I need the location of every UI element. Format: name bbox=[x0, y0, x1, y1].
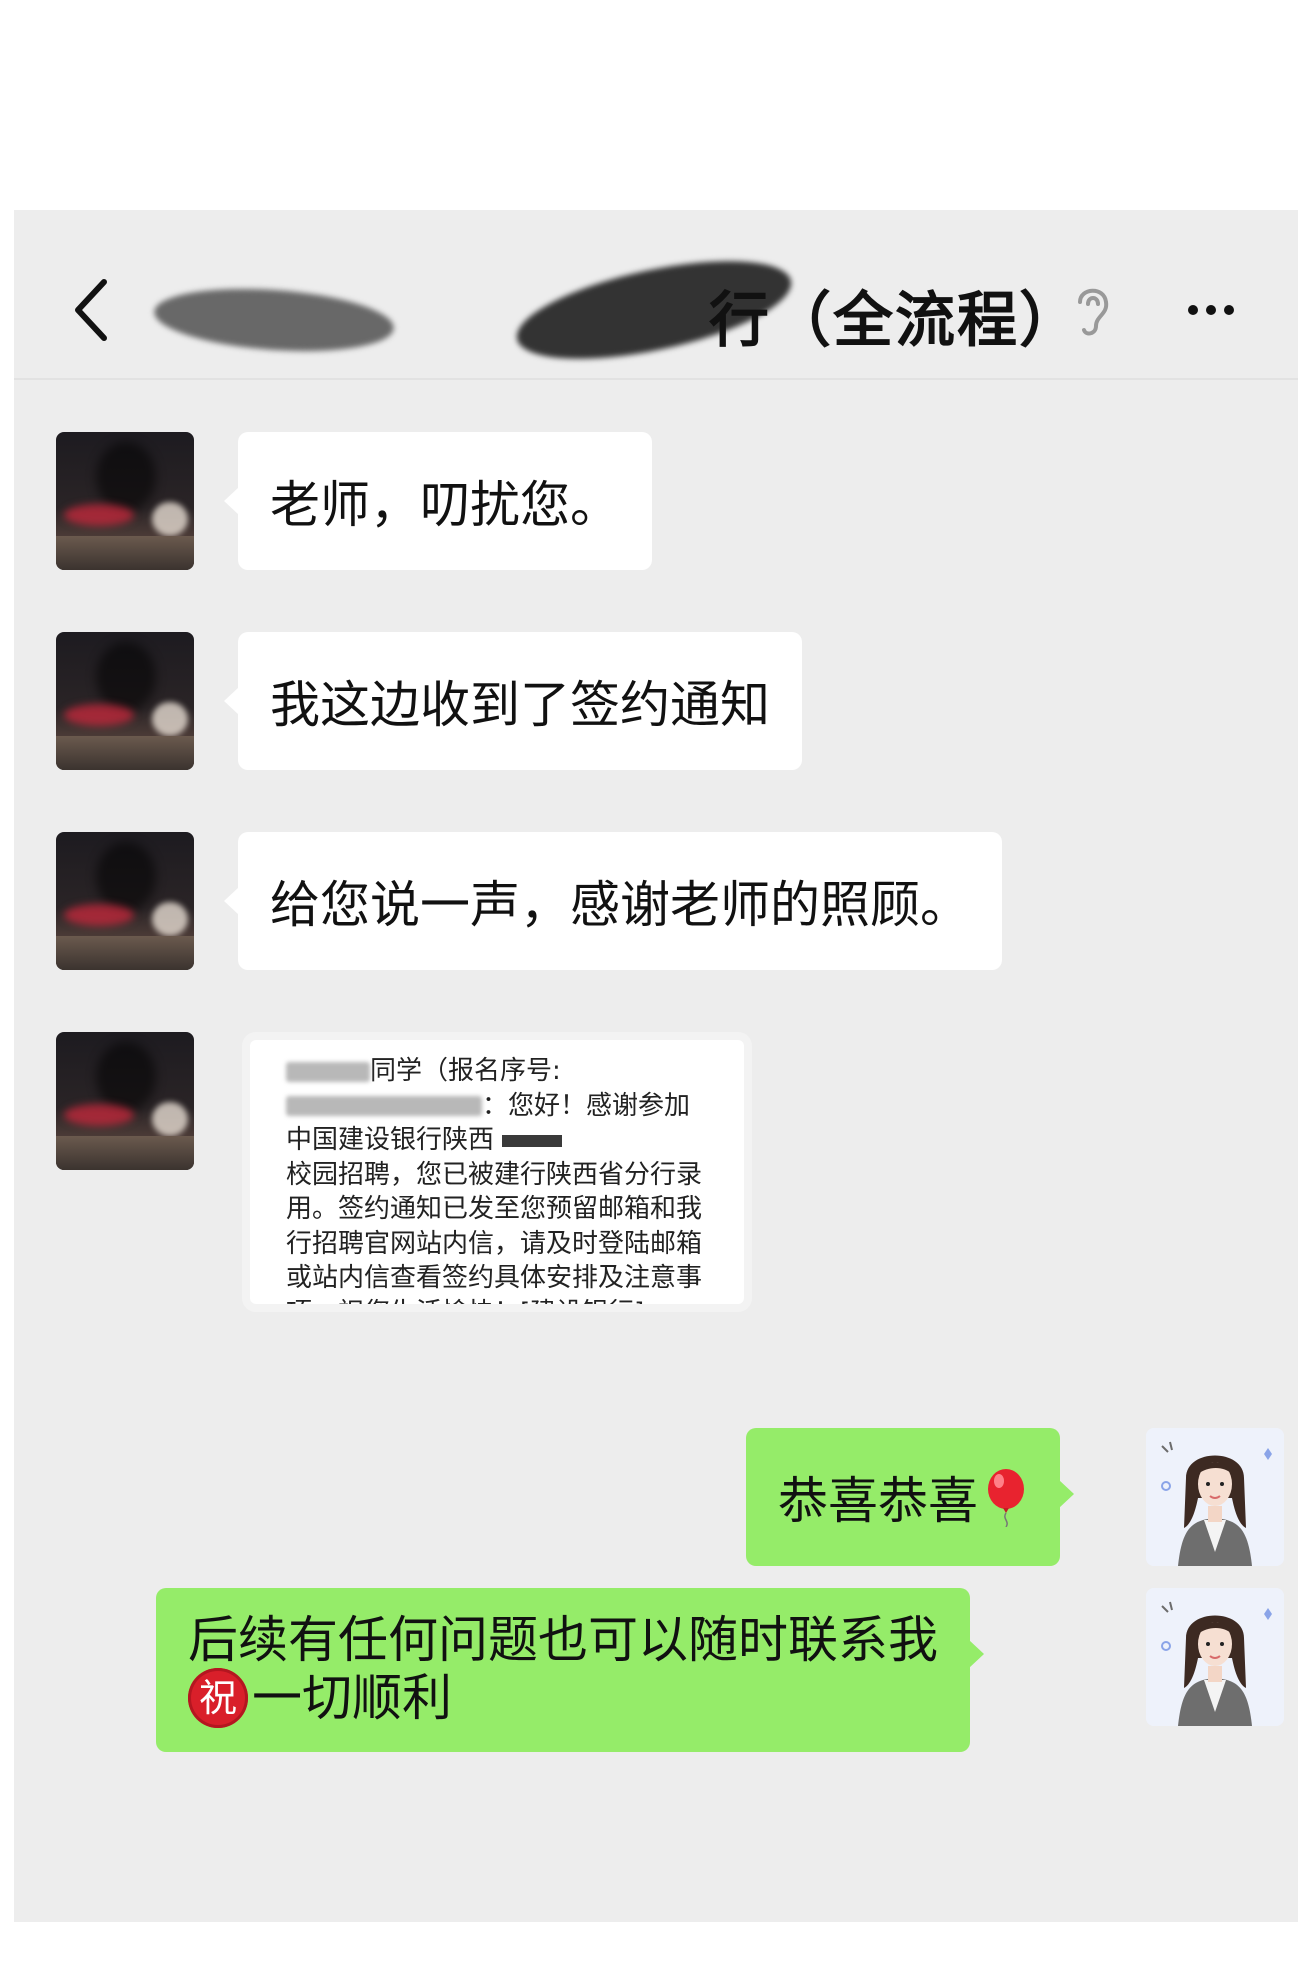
chat-title-text: 行（全流程） bbox=[709, 286, 1081, 356]
image-message[interactable]: 同学（报名序号: ：您好！感谢参加 中国建设银行陕西 校园招聘，您已被建行陕西省… bbox=[250, 1040, 744, 1304]
sms-line: ：您好！感谢参加 bbox=[286, 1089, 726, 1124]
avatar[interactable] bbox=[1146, 1588, 1284, 1726]
more-dots-icon bbox=[1206, 305, 1216, 315]
sms-line: 行招聘官网站内信，请及时登陆邮箱 bbox=[286, 1228, 703, 1259]
avatar[interactable] bbox=[56, 832, 194, 970]
chat-title: 行（全流程） bbox=[144, 241, 1079, 379]
message-bubble[interactable]: 给您说一声，感谢老师的照顾。 bbox=[238, 832, 1002, 970]
avatar[interactable] bbox=[1146, 1428, 1284, 1566]
message-text: 给您说一声，感谢老师的照顾。 bbox=[270, 876, 970, 934]
chat-screen: 行（全流程） 老师，叨扰您。 我这边收到了签约通知 给您说一声，感谢老师的照顾。 bbox=[14, 210, 1298, 1922]
message-text: 后续有任何问题也可以随时联系我 bbox=[188, 1611, 938, 1669]
sms-line: 项。祝您生活愉快！[建设银行] bbox=[286, 1296, 726, 1305]
blurred-number bbox=[286, 1096, 482, 1116]
message-bubble[interactable]: 恭喜恭喜 bbox=[746, 1428, 1074, 1566]
sms-line: 同学（报名序号: bbox=[286, 1054, 726, 1089]
message-bubble[interactable]: 我这边收到了签约通知 bbox=[238, 632, 802, 770]
message-text: 我这边收到了签约通知 bbox=[270, 676, 770, 734]
redaction-block bbox=[502, 1134, 563, 1147]
message-bubble[interactable]: 后续有任何问题也可以随时联系我 祝 一切顺利 bbox=[156, 1588, 984, 1752]
back-button[interactable] bbox=[64, 270, 124, 350]
more-options-button[interactable] bbox=[1184, 290, 1254, 330]
message-text: 一切顺利 bbox=[252, 1669, 452, 1727]
sms-line: 中国建设银行陕西 bbox=[286, 1123, 726, 1158]
blurred-name bbox=[286, 1061, 370, 1082]
chat-header: 行（全流程） bbox=[14, 210, 1298, 380]
more-dots-icon bbox=[1224, 305, 1234, 315]
avatar[interactable] bbox=[56, 632, 194, 770]
redaction-scribble bbox=[152, 281, 396, 359]
more-dots-icon bbox=[1188, 305, 1198, 315]
sms-line: 用。签约通知已发至您预留邮箱和我 bbox=[286, 1194, 703, 1224]
chevron-left-icon bbox=[75, 279, 107, 341]
ear-icon bbox=[1070, 280, 1114, 340]
message-text: 老师，叨扰您。 bbox=[270, 476, 620, 534]
message-text: 恭喜恭喜 bbox=[778, 1472, 978, 1530]
sms-line: 或站内信查看签约具体安排及注意事 bbox=[286, 1263, 703, 1293]
avatar[interactable] bbox=[56, 432, 194, 570]
sms-line: 校园招聘，您已被建行陕西省分行录 bbox=[286, 1159, 703, 1190]
congratulation-badge: 祝 bbox=[188, 1668, 248, 1728]
balloon-emoji bbox=[988, 1469, 1024, 1527]
avatar[interactable] bbox=[56, 1032, 194, 1170]
message-bubble[interactable]: 老师，叨扰您。 bbox=[238, 432, 652, 570]
message-text-line: 祝 一切顺利 bbox=[188, 1668, 452, 1728]
